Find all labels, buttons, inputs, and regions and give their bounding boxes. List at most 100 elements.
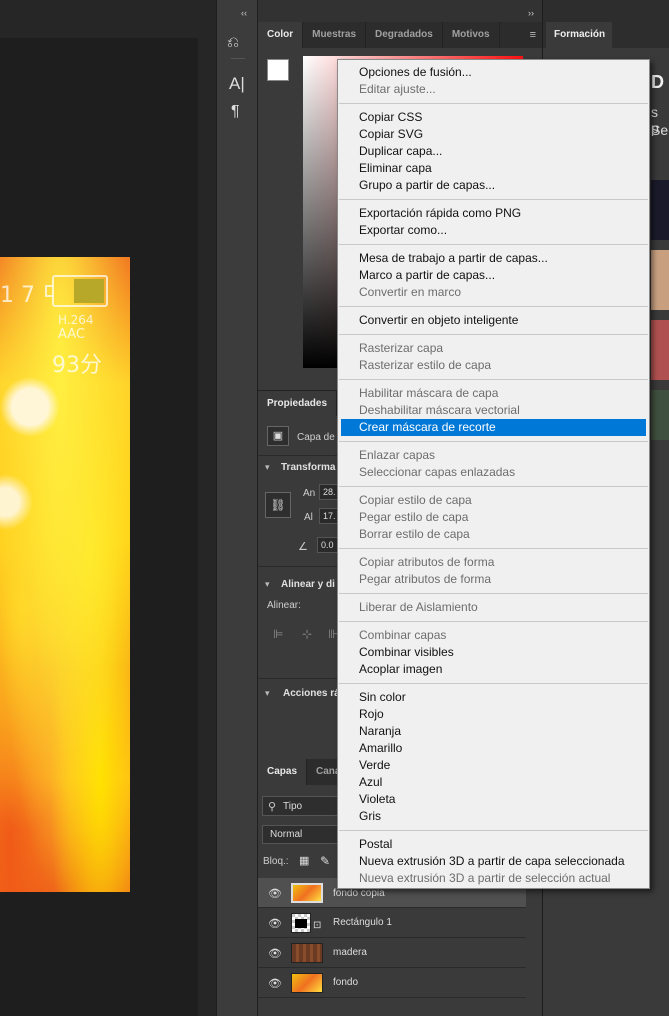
menu-separator (339, 103, 648, 104)
menu-separator (339, 199, 648, 200)
height-label: Al (304, 512, 313, 523)
eye-icon[interactable]: 👁 (268, 887, 282, 900)
tab-learn[interactable]: Formación (546, 22, 612, 48)
menu-item[interactable]: Marco a partir de capas... (338, 267, 649, 284)
menu-item[interactable]: Violeta (338, 791, 649, 808)
lock-transparency-icon[interactable]: ▦ (299, 854, 309, 867)
menu-item[interactable]: Exportación rápida como PNG (338, 205, 649, 222)
panel-dock-narrow: ‹‹ ⎌ A| ¶ (216, 0, 258, 1016)
align-label: Alinear: (267, 600, 301, 611)
menu-item[interactable]: Gris (338, 808, 649, 825)
menu-item[interactable]: Grupo a partir de capas... (338, 177, 649, 194)
menu-separator (339, 244, 648, 245)
canvas-area[interactable]: 1 7 H.264 AAC 93分 (0, 0, 216, 1016)
layer-row[interactable]: 👁 ⊡ Rectángulo 1 (258, 908, 526, 938)
menu-item[interactable]: Crear máscara de recorte (341, 419, 646, 436)
menu-item[interactable]: Rojo (338, 706, 649, 723)
dock-header: ›› (258, 0, 542, 22)
menu-item[interactable]: Exportar como... (338, 222, 649, 239)
tutorial-thumbnail[interactable] (651, 250, 669, 310)
collapse-right-icon[interactable]: ›› (528, 8, 534, 18)
menu-item[interactable]: Naranja (338, 723, 649, 740)
foreground-color-swatch[interactable] (267, 59, 289, 81)
menu-item[interactable]: Sin color (338, 689, 649, 706)
menu-item[interactable]: Duplicar capa... (338, 143, 649, 160)
artwork-audio-text: AAC (58, 327, 85, 342)
eye-icon[interactable]: 👁 (268, 947, 282, 960)
menu-item[interactable]: Eliminar capa (338, 160, 649, 177)
align-left-icon[interactable]: ⊫ (273, 627, 283, 641)
tab-gradients[interactable]: Degradados (366, 22, 443, 48)
menu-item[interactable]: Opciones de fusión... (338, 64, 649, 81)
layer-name[interactable]: madera (333, 947, 367, 958)
layer-name[interactable]: fondo copia (333, 888, 385, 899)
menu-item: Rasterizar capa (359, 341, 444, 355)
blend-mode-value: Normal (270, 829, 303, 840)
tutorial-thumbnail[interactable] (651, 180, 669, 240)
layer-row[interactable]: 👁 fondo (258, 968, 526, 998)
layer-row[interactable]: 👁 madera (258, 938, 526, 968)
learn-heading: D (651, 72, 664, 92)
lock-label: Bloq.: (263, 856, 289, 867)
layer-name[interactable]: fondo (333, 977, 358, 988)
menu-item[interactable]: Nueva extrusión 3D a partir de capa sele… (338, 853, 649, 870)
layer-thumbnail (291, 973, 323, 993)
menu-item: Pegar atributos de forma (359, 572, 492, 586)
menu-item[interactable]: Mesa de trabajo a partir de capas... (338, 250, 649, 267)
tab-properties[interactable]: Propiedades (258, 391, 338, 416)
menu-separator (339, 621, 648, 622)
divider (258, 678, 338, 679)
chevron-down-icon[interactable]: ▾ (265, 688, 270, 699)
menu-item: Editar ajuste... (359, 82, 436, 96)
menu-item[interactable]: Combinar visibles (338, 644, 649, 661)
layer-name[interactable]: Rectángulo 1 (333, 917, 392, 928)
menu-item[interactable]: Convertir en objeto inteligente (338, 312, 649, 329)
lock-brush-icon[interactable]: ✎ (320, 854, 330, 868)
artwork-time-text: 93分 (52, 353, 102, 378)
tab-layers[interactable]: Capas (258, 759, 308, 785)
menu-separator (339, 334, 648, 335)
menu-item: Copiar atributos de forma (359, 555, 495, 569)
blend-mode-select[interactable]: Normal (262, 825, 338, 844)
history-icon[interactable]: ⎌ (227, 34, 239, 51)
tab-color[interactable]: Color (258, 22, 304, 48)
menu-item: Copiar estilo de capa (359, 493, 472, 507)
tab-patterns[interactable]: Motivos (443, 22, 500, 48)
menu-item[interactable]: Verde (338, 757, 649, 774)
angle-field[interactable]: 0.0 (317, 537, 339, 553)
tutorial-thumbnail[interactable] (651, 390, 669, 440)
menu-item: Seleccionar capas enlazadas (359, 465, 516, 479)
menu-item[interactable]: Amarillo (338, 740, 649, 757)
menu-separator (339, 379, 648, 380)
artwork-text-1: 1 7 (0, 283, 35, 308)
height-field[interactable]: 17. (319, 508, 339, 524)
tutorial-thumbnail[interactable] (651, 320, 669, 380)
width-field[interactable]: 28. (319, 484, 339, 500)
menu-item[interactable]: Copiar CSS (338, 109, 649, 126)
menu-separator (339, 683, 648, 684)
width-label: An (303, 488, 316, 499)
quick-actions-title: Acciones rá (283, 688, 340, 699)
collapse-left-icon[interactable]: ‹‹ (241, 8, 247, 18)
menu-item[interactable]: Postal (338, 836, 649, 853)
image-layer-icon: ▣ (267, 426, 289, 446)
layer-thumbnail (291, 883, 323, 903)
tab-swatches[interactable]: Muestras (303, 22, 367, 48)
menu-item[interactable]: Acoplar imagen (338, 661, 649, 678)
layer-filter-select[interactable]: ⚲ Tipo (262, 796, 338, 816)
link-icon[interactable]: ⛓ (265, 492, 291, 518)
layer-thumbnail (291, 943, 323, 963)
eye-icon[interactable]: 👁 (268, 977, 282, 990)
menu-item[interactable]: Azul (338, 774, 649, 791)
menu-item[interactable]: Copiar SVG (338, 126, 649, 143)
align-center-icon[interactable]: ⊹ (302, 627, 312, 641)
panel-menu-icon[interactable]: ≡ (530, 22, 542, 48)
chevron-down-icon[interactable]: ▾ (265, 579, 270, 590)
paragraph-icon[interactable]: ¶ (231, 103, 240, 121)
chevron-down-icon[interactable]: ▾ (265, 462, 270, 473)
character-icon[interactable]: A| (229, 74, 245, 94)
menu-separator (339, 548, 648, 549)
eye-icon[interactable]: 👁 (268, 917, 282, 930)
artwork-image[interactable]: 1 7 H.264 AAC 93分 (0, 257, 130, 892)
divider (231, 58, 245, 59)
